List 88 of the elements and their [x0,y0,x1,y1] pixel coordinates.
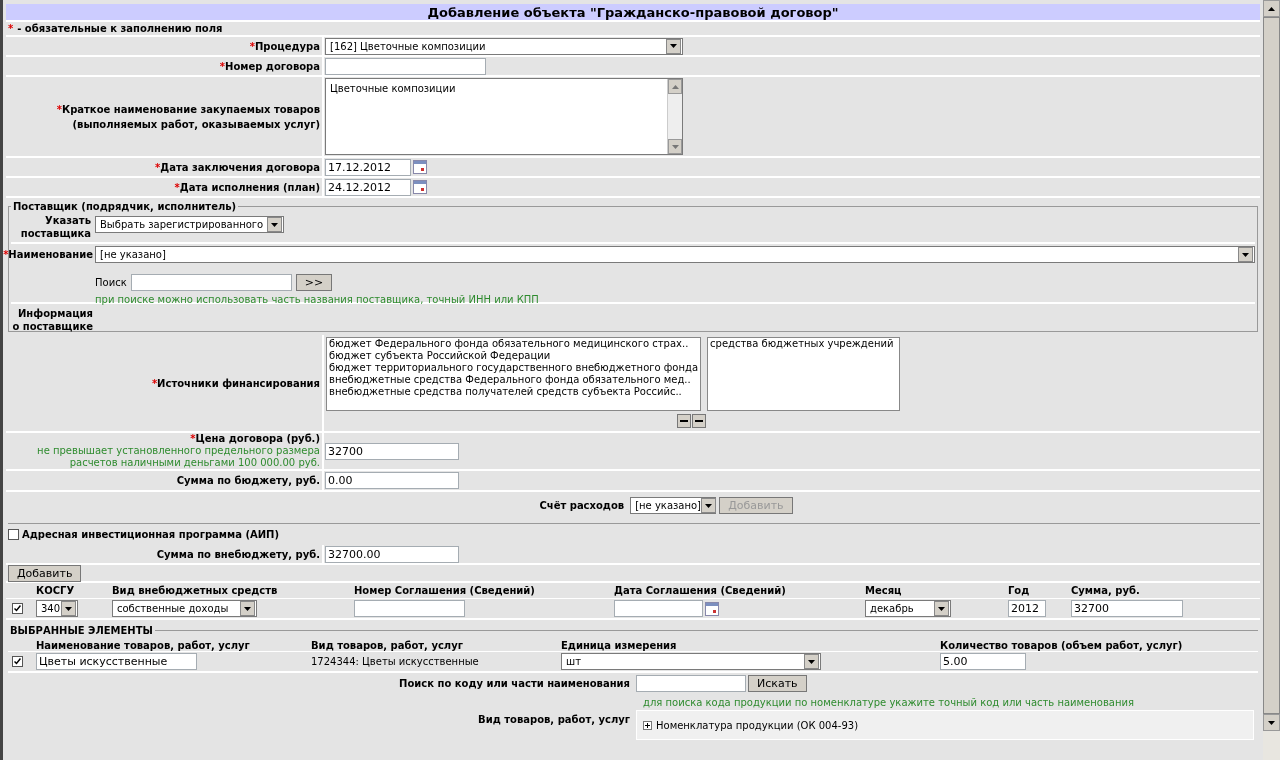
column-header: Дата Соглашения (Сведений) [614,584,787,598]
dropdown[interactable]: собственные доходы [112,600,257,617]
calendar-icon[interactable] [705,601,719,616]
list-option[interactable]: внебюджетные средства получателей средств субъекта Российс.. [329,386,699,398]
text-field[interactable]: 2012 [1008,600,1046,617]
dropdown[interactable]: 340 [36,600,78,617]
field-label: Счёт расходов [539,499,625,513]
calendar-icon[interactable] [413,180,427,194]
section-legend: ВЫБРАННЫЕ ЭЛЕМЕНТЫ [8,623,155,638]
text-area[interactable]: Цветочные композиции [325,78,683,155]
section-legend: Поставщик (подрядчик, исполнитель) [11,199,239,214]
column-header: Количество товаров (объем работ, услуг) [940,639,1184,653]
field-label: *Дата исполнения (план) [174,180,320,195]
required-mark: * [3,249,9,260]
dropdown[interactable]: [162] Цветочные композиции [325,37,683,55]
column-header: Вид товаров, работ, услуг [311,639,464,653]
text-field[interactable]: 32700 [325,442,459,460]
column-header: Год [1008,584,1031,598]
field-label: *Краткое наименование закупаемых товаров (выполняемых работ, оказываемых услуг) [55,102,320,132]
dropdown[interactable]: [не указано] [630,497,717,514]
column-header: Сумма, руб. [1071,584,1141,598]
list-option[interactable]: бюджет территориального государственного внебюджетного фонда [329,362,699,374]
list-box[interactable] [326,337,702,411]
field-label: Поиск по коду или части наименования [398,677,631,691]
text-field[interactable]: 32700 [1071,600,1183,617]
required-mark: * [219,60,225,72]
column-header: Единица измерения [561,639,678,653]
required-mark: * [190,433,196,444]
dropdown[interactable]: [не указано] [95,246,1255,263]
text-field[interactable] [614,600,703,617]
search-label: Поиск [95,276,127,290]
field-label: *Дата заключения договора [155,160,320,175]
tree-item[interactable]: Номенклатура продукции (ОК 004-93) [656,717,859,733]
table-cell-text: 1724344: Цветы искусственные [311,655,480,669]
field-label: *Наименование [3,248,93,262]
text-field[interactable] [354,600,465,617]
search-hint: при поиске можно использовать часть названия поставщика, точный ИНН или КПП [95,293,540,307]
search-button[interactable]: Искать [748,675,807,692]
column-header: Наименование товаров, работ, услуг [36,639,251,653]
required-mark: * [155,161,161,173]
text-field[interactable]: 17.12.2012 [325,158,411,176]
scroll-down-icon[interactable] [1263,714,1280,731]
text-field[interactable]: 0.00 [325,472,459,489]
list-option[interactable]: средства бюджетных учреждений [710,338,894,350]
field-label: *Номер договора [219,59,320,74]
field-label: Сумма по внебюджету, руб. [156,547,320,562]
list-option[interactable]: внебюджетные средства Федерального фонда обязательного мед.. [329,374,699,386]
required-mark: * [174,181,180,193]
scroll-up-icon[interactable] [1263,0,1280,17]
field-label: Сумма по бюджету, руб. [176,474,320,488]
search-hint: для поиска кода продукции по номенклатуре укажите точный код или часть наименования [643,695,1134,710]
checkbox[interactable] [8,529,19,540]
text-field[interactable]: Цветы искусственные [36,653,197,670]
move-right-button[interactable] [677,414,691,428]
text-field[interactable]: 5.00 [940,653,1026,670]
checkbox[interactable] [12,656,23,667]
dropdown[interactable]: шт [561,653,821,670]
dropdown[interactable]: декабрь [865,600,951,617]
field-label: *Цена договора (руб.) [190,433,320,445]
column-header: КОСГУ [36,584,76,598]
required-mark: * [56,103,62,115]
expand-icon[interactable] [643,720,652,730]
search-field[interactable] [636,675,746,692]
field-note: не превышает установленного предельного размера расчетов наличными деньгами 100 000.00 руб. [36,445,320,469]
search-button[interactable]: >> [295,274,333,291]
page-title: Добавление объекта "Гражданско-правовой договор" [6,4,1260,22]
dropdown[interactable]: Выбрать зарегистрированного [95,216,285,233]
checkbox[interactable] [12,603,23,614]
column-header: Вид внебюджетных средств [112,584,279,598]
text-field[interactable] [325,57,486,75]
field-label: Вид товаров, работ, услуг [477,713,631,727]
field-label: Указать поставщика [19,214,92,241]
list-option[interactable]: бюджет Федерального фонда обязательного медицинского страх.. [329,338,699,350]
field-label: *Процедура [249,39,320,54]
section-legend: Адресная инвестиционная программа (АИП) [22,527,280,542]
field-label: Информация о поставщике [11,307,94,334]
column-header: Месяц [865,584,903,598]
text-field[interactable]: 24.12.2012 [325,178,411,196]
calendar-icon[interactable] [413,160,427,174]
required-mark: * [249,40,255,52]
field-label: *Источники финансирования [151,376,320,391]
column-header: Номер Соглашения (Сведений) [354,584,536,598]
list-box[interactable]: средства бюджетных учреждений [707,337,901,411]
text-field[interactable]: 32700.00 [325,545,459,563]
required-mark: * [151,377,158,389]
move-left-button[interactable] [692,414,706,428]
list-option[interactable]: бюджет субъекта Российской Федерации [329,350,699,362]
search-field[interactable] [130,274,292,291]
